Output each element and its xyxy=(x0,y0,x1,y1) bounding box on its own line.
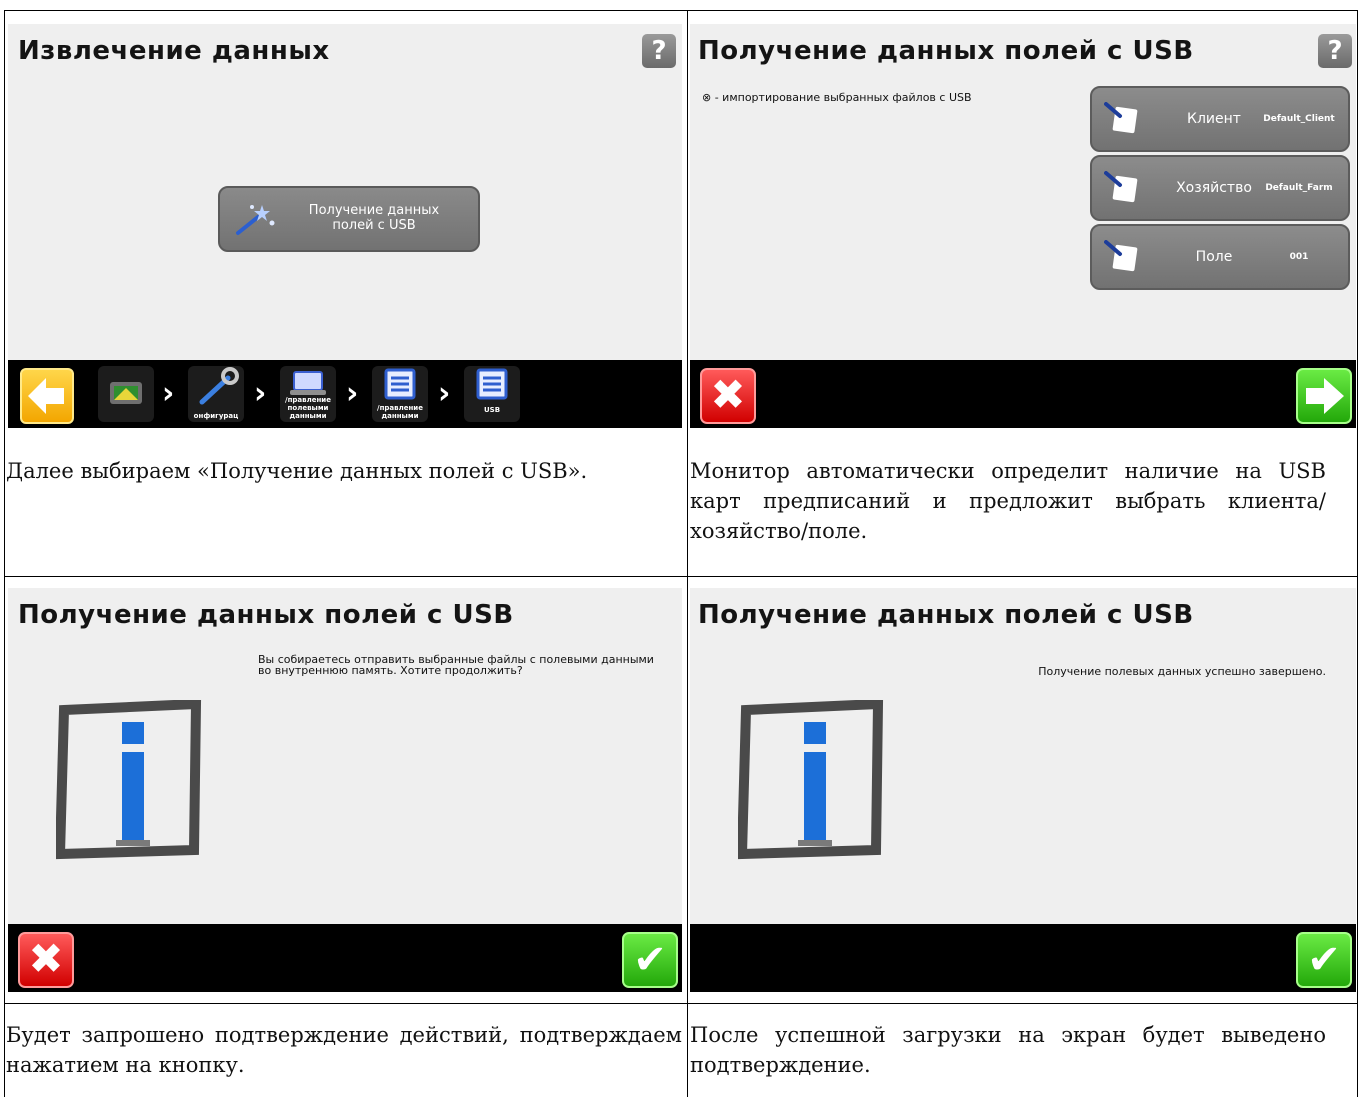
screen-data-export: Извлечение данных ? Получение данных пол… xyxy=(8,24,682,428)
list-icon xyxy=(476,368,508,400)
notepad-icon xyxy=(1104,240,1138,272)
get-field-data-usb-button[interactable]: Получение данных полей с USB xyxy=(218,186,480,252)
grid-hline-top xyxy=(4,10,1358,11)
breadcrumb-data-management[interactable]: /правление данными xyxy=(372,366,428,422)
caption-step-3: Будет запрошено подтверждение действий, … xyxy=(6,1023,682,1077)
success-message: Получение полевых данных успешно заверше… xyxy=(1038,665,1326,678)
bottom-toolbar: ✖ xyxy=(690,360,1356,428)
screen-confirm-import: Получение данных полей с USB Вы собирает… xyxy=(8,588,682,992)
laptop-icon xyxy=(290,371,326,395)
checkmark-icon: ✔ xyxy=(633,937,667,983)
help-button[interactable]: ? xyxy=(1318,34,1352,68)
chevron-right-icon: › xyxy=(346,376,359,411)
breadcrumb-usb[interactable]: USB xyxy=(464,366,520,422)
breadcrumb-label: /правление данными xyxy=(377,404,423,420)
help-button[interactable]: ? xyxy=(642,34,676,68)
arrow-right-icon xyxy=(1306,378,1344,414)
grid-hline-mid2 xyxy=(4,1003,1358,1004)
get-field-data-usb-label: Получение данных полей с USB xyxy=(308,203,440,233)
close-icon: ✖ xyxy=(28,934,64,983)
farm-select-button[interactable]: Хозяйство Default_Farm xyxy=(1090,155,1350,221)
list-icon xyxy=(384,368,416,400)
close-icon: ✖ xyxy=(710,370,746,419)
chevron-right-icon: › xyxy=(254,376,267,411)
confirm-button[interactable]: ✔ xyxy=(622,932,678,988)
arrow-left-icon xyxy=(28,378,64,414)
caption-step-1: Далее выбираем «Получение данных полей с… xyxy=(6,459,588,483)
breadcrumb-home[interactable] xyxy=(98,366,154,422)
breadcrumb-label: USB xyxy=(483,406,501,414)
info-icon xyxy=(738,700,884,860)
breadcrumb-label: онфигурац xyxy=(193,412,239,420)
chevron-right-icon: › xyxy=(438,376,451,411)
checkmark-icon: ✔ xyxy=(1307,937,1341,983)
farm-value: Default_Farm xyxy=(1265,183,1333,193)
bottom-toolbar: ✖ ✔ xyxy=(8,924,682,992)
magic-wand-icon xyxy=(236,205,275,235)
grid-hline-mid1 xyxy=(4,576,1358,577)
page-title: Извлечение данных xyxy=(18,36,330,66)
back-button[interactable] xyxy=(20,368,74,424)
bottom-toolbar: › онфигурац › /правление полевыми данным… xyxy=(8,360,682,428)
display-icon xyxy=(110,382,142,404)
bottom-toolbar: ✔ xyxy=(690,924,1356,992)
chevron-right-icon: › xyxy=(162,376,175,411)
grid-vline-center xyxy=(687,10,688,1097)
wrench-icon xyxy=(199,367,239,405)
field-select-button[interactable]: Поле 001 xyxy=(1090,224,1350,290)
page-title: Получение данных полей с USB xyxy=(698,36,1194,66)
cancel-button[interactable]: ✖ xyxy=(18,932,74,988)
confirm-button[interactable]: ✔ xyxy=(1296,932,1352,988)
breadcrumb-label: /правление полевыми данными xyxy=(285,396,331,420)
caption-step-4: После успешной загрузки на экран будет в… xyxy=(690,1023,1326,1077)
client-value: Default_Client xyxy=(1263,114,1335,124)
client-select-button[interactable]: Клиент Default_Client xyxy=(1090,86,1350,152)
field-value: 001 xyxy=(1289,252,1309,262)
import-note: ⊗ - импортирование выбранных файлов с US… xyxy=(702,91,972,104)
info-icon xyxy=(56,700,202,860)
caption-step-2: Монитор автоматически определит наличие … xyxy=(690,459,1326,543)
next-button[interactable] xyxy=(1296,368,1352,424)
notepad-icon xyxy=(1104,102,1138,134)
breadcrumb-field-data-management[interactable]: /правление полевыми данными xyxy=(280,366,336,422)
page-title: Получение данных полей с USB xyxy=(698,600,1194,630)
grid-vline-left xyxy=(4,10,5,1097)
breadcrumb-configuration[interactable]: онфигурац xyxy=(188,366,244,422)
screen-usb-field-data-select: Получение данных полей с USB ? ⊗ - импор… xyxy=(690,24,1356,428)
cancel-button[interactable]: ✖ xyxy=(700,368,756,424)
screen-import-complete: Получение данных полей с USB Получение п… xyxy=(690,588,1356,992)
page-title: Получение данных полей с USB xyxy=(18,600,514,630)
notepad-icon xyxy=(1104,171,1138,203)
confirm-message: Вы собираетесь отправить выбранные файлы… xyxy=(258,653,654,677)
